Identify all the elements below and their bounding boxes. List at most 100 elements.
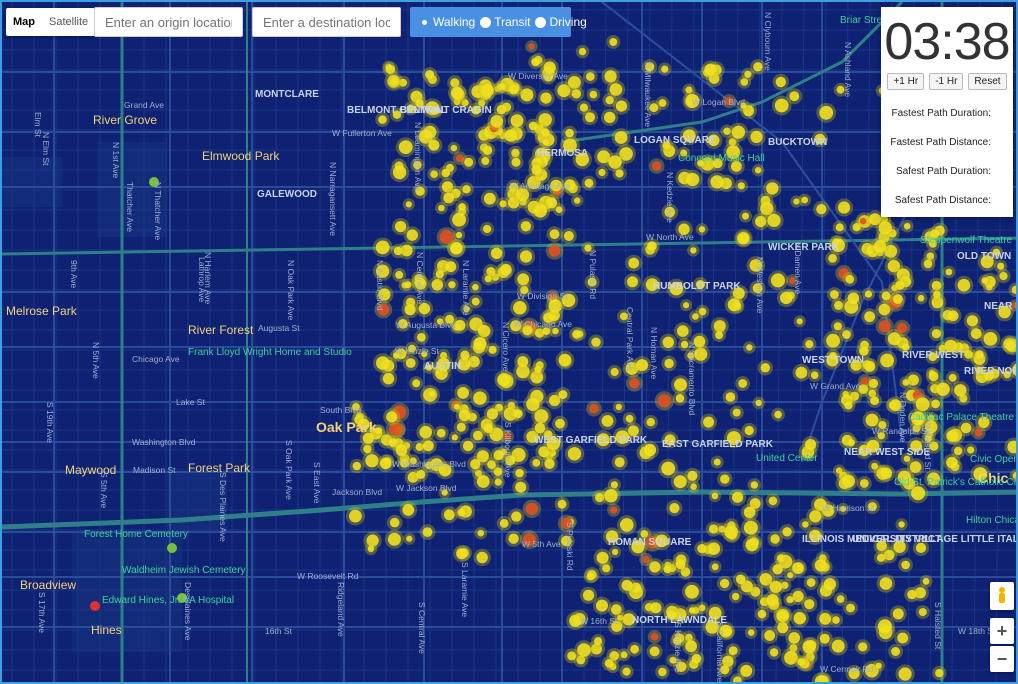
driving-radio-icon[interactable] — [535, 16, 547, 28]
heat-point — [555, 418, 565, 429]
transit-radio-icon[interactable] — [480, 16, 492, 28]
plus-hour-button[interactable]: +1 Hr — [887, 73, 925, 90]
heat-point — [887, 332, 901, 346]
heat-point — [867, 502, 877, 512]
heat-point — [768, 496, 778, 506]
heat-point — [486, 408, 498, 420]
heat-point — [436, 357, 451, 372]
heat-point — [833, 322, 843, 331]
heat-point — [747, 629, 755, 636]
heat-point — [477, 529, 485, 537]
heat-point — [975, 366, 982, 373]
heat-point — [404, 281, 412, 289]
heat-point — [430, 170, 438, 178]
heat-point — [789, 91, 800, 102]
heat-point — [927, 472, 940, 486]
heat-point — [451, 434, 458, 441]
safest-path-duration: Safest Path Duration: — [895, 166, 991, 177]
heat-point — [541, 128, 550, 137]
heat-point — [628, 257, 640, 269]
zoom-in-button[interactable]: + — [990, 618, 1014, 644]
heat-point — [911, 486, 926, 501]
heat-point — [585, 112, 595, 123]
heat-point — [859, 479, 869, 488]
heat-point — [967, 446, 975, 454]
heat-point — [664, 434, 676, 446]
minus-hour-button[interactable]: -1 Hr — [929, 73, 964, 90]
heat-point — [945, 268, 953, 276]
heat-point — [847, 292, 860, 305]
time-controls: +1 Hr -1 Hr Reset — [881, 73, 1013, 90]
heat-point — [558, 353, 572, 367]
destination-input[interactable] — [252, 7, 401, 37]
heat-point — [500, 263, 512, 276]
heat-point — [928, 352, 938, 362]
heat-point — [848, 667, 860, 680]
heat-point — [436, 318, 444, 325]
heat-point — [520, 221, 532, 232]
heat-point — [674, 378, 687, 392]
heat-point — [578, 47, 587, 56]
heat-point — [415, 99, 424, 108]
heat-point — [931, 399, 940, 409]
heat-point — [973, 467, 988, 481]
walking-option[interactable]: Walking — [420, 15, 475, 29]
map-type-map-button[interactable]: Map — [6, 8, 42, 36]
heat-point — [526, 397, 540, 411]
origin-input[interactable] — [94, 7, 243, 37]
heat-point — [809, 510, 822, 523]
street-view-pegman-icon[interactable] — [990, 582, 1014, 610]
walking-radio-icon[interactable] — [422, 19, 427, 25]
heat-point — [458, 409, 471, 422]
heat-point — [436, 428, 446, 438]
heat-point — [413, 160, 422, 170]
heat-point — [610, 506, 618, 514]
reset-button[interactable]: Reset — [968, 73, 1007, 90]
heat-point — [776, 554, 785, 563]
heat-point — [831, 238, 845, 253]
heat-point — [774, 410, 782, 419]
heat-point — [604, 111, 616, 124]
heat-point — [793, 612, 806, 625]
heat-point — [533, 204, 547, 218]
transit-option[interactable]: Transit — [480, 15, 530, 29]
heat-point — [806, 578, 816, 587]
heat-point — [615, 100, 628, 112]
driving-label: Driving — [549, 15, 587, 29]
map-poi-marker-icon — [90, 601, 100, 611]
heat-point — [435, 270, 444, 279]
heat-point — [805, 340, 814, 349]
heat-point — [878, 320, 891, 333]
heat-point — [615, 403, 622, 411]
heat-point — [425, 364, 433, 371]
heat-point — [745, 538, 759, 552]
heat-point — [481, 157, 490, 165]
heat-point — [483, 423, 493, 433]
heat-point — [1005, 340, 1016, 351]
map-canvas[interactable] — [2, 2, 1018, 684]
heat-point — [646, 418, 655, 427]
map-type-satellite-button[interactable]: Satellite — [42, 8, 95, 36]
heat-point — [864, 361, 876, 372]
heat-point — [708, 606, 722, 620]
heat-point — [678, 223, 690, 235]
heat-point — [488, 345, 497, 354]
heat-point — [835, 223, 844, 232]
heat-point — [540, 92, 552, 104]
map-poi-marker-icon — [167, 543, 177, 553]
driving-option[interactable]: Driving — [535, 15, 587, 29]
heat-point — [666, 610, 677, 620]
heat-map[interactable]: MONTCLARE BELMONT CENTRAL BELMONT CRAGIN HE… — [0, 0, 1018, 684]
heat-point — [703, 416, 715, 428]
heat-point — [829, 352, 837, 360]
heat-point — [658, 667, 667, 677]
heat-point — [405, 201, 412, 208]
heat-point — [642, 555, 650, 564]
heat-point — [870, 396, 879, 405]
zoom-out-button[interactable]: − — [990, 646, 1014, 672]
heat-point — [708, 524, 719, 534]
heat-point — [715, 331, 724, 340]
heat-point — [928, 371, 939, 382]
heat-point — [586, 572, 595, 581]
heat-point — [879, 577, 893, 590]
